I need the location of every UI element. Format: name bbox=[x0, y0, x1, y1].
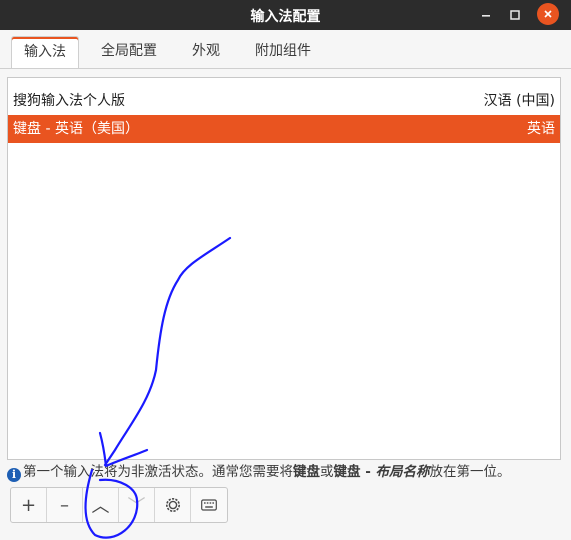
chevron-up-icon: ︿ bbox=[91, 496, 110, 517]
info-text-1: 第一个输入法将为非激活状态。通常您需要将 bbox=[23, 464, 293, 480]
configure-button[interactable] bbox=[155, 488, 191, 522]
window-titlebar: 输入法配置 bbox=[0, 0, 571, 30]
info-text-2: 或 bbox=[320, 464, 334, 480]
info-layout-name: 布局名称 bbox=[375, 464, 430, 480]
keyboard-layout-button[interactable] bbox=[191, 488, 227, 522]
info-message: i 第一个输入法将为非激活状态。通常您需要将键盘或键盘 - 布局名称放在第一位。 bbox=[7, 462, 511, 482]
tab-appearance[interactable]: 外观 bbox=[182, 36, 230, 68]
minus-icon: – bbox=[60, 494, 69, 516]
chevron-down-icon: ﹀ bbox=[127, 496, 146, 517]
gear-icon bbox=[165, 498, 180, 512]
add-input-method-button[interactable]: + bbox=[11, 488, 47, 522]
input-method-name: 键盘 - 英语（美国） bbox=[13, 121, 139, 137]
input-method-list[interactable]: 搜狗输入法个人版 汉语 (中国) 键盘 - 英语（美国） 英语 bbox=[7, 77, 561, 460]
tab-addons[interactable]: 附加组件 bbox=[244, 36, 322, 68]
input-method-panel: 搜狗输入法个人版 汉语 (中国) 键盘 - 英语（美国） 英语 i 第一个输入法将… bbox=[0, 68, 571, 540]
plus-icon: + bbox=[20, 494, 37, 516]
minimize-icon bbox=[482, 15, 490, 17]
maximize-icon bbox=[510, 10, 520, 20]
keyboard-icon bbox=[201, 499, 217, 511]
move-down-button[interactable]: ﹀ bbox=[119, 488, 155, 522]
close-button[interactable] bbox=[537, 3, 559, 25]
tab-bar: 输入法 全局配置 外观 附加组件 bbox=[0, 30, 571, 70]
tab-input-method[interactable]: 输入法 bbox=[11, 36, 79, 68]
info-text-3: 放在第一位。 bbox=[429, 464, 511, 480]
maximize-button[interactable] bbox=[503, 3, 527, 27]
list-toolbar: + – ︿ ﹀ bbox=[10, 487, 228, 523]
info-bold-2: 键盘 - bbox=[333, 464, 376, 480]
list-item[interactable]: 搜狗输入法个人版 汉语 (中国) bbox=[8, 87, 560, 115]
tab-global-config[interactable]: 全局配置 bbox=[90, 36, 168, 68]
input-method-language: 英语 bbox=[527, 121, 555, 137]
minimize-button[interactable] bbox=[474, 3, 498, 27]
move-up-button[interactable]: ︿ bbox=[83, 488, 119, 522]
remove-input-method-button[interactable]: – bbox=[47, 488, 83, 522]
input-method-name: 搜狗输入法个人版 bbox=[13, 93, 125, 109]
list-item-selected[interactable]: 键盘 - 英语（美国） 英语 bbox=[8, 115, 560, 143]
info-icon: i bbox=[7, 468, 21, 482]
close-icon bbox=[544, 10, 552, 18]
info-bold-1: 键盘 bbox=[293, 464, 320, 480]
input-method-language: 汉语 (中国) bbox=[483, 93, 555, 109]
